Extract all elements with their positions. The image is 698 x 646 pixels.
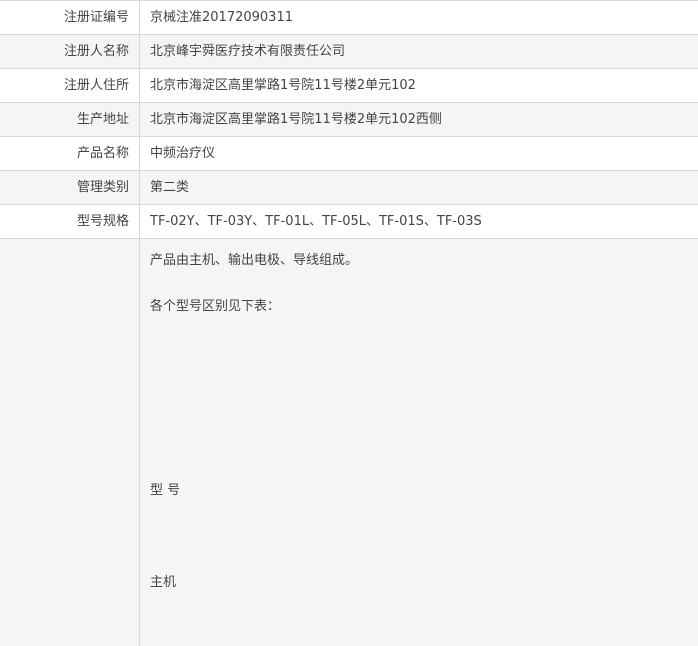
row-model-spec: 型号规格 TF-02Y、TF-03Y、TF-01L、TF-05L、TF-01S、… <box>0 205 698 239</box>
model-spec-label: 型号规格 <box>0 205 140 238</box>
registration-number-value: 京械注准20172090311 <box>150 10 293 25</box>
production-address-label: 生产地址 <box>0 103 140 136</box>
row-product-name: 产品名称 中频治疗仪 <box>0 137 698 171</box>
structure-composition-label <box>0 239 140 646</box>
registration-number-label: 注册证编号 <box>0 1 140 34</box>
production-address-value: 北京市海淀区高里掌路1号院11号楼2单元102西侧 <box>150 112 442 127</box>
registration-detail-table: 注册证编号 京械注准20172090311 注册人名称 北京峰宇舜医疗技术有限责… <box>0 0 698 646</box>
management-category-value: 第二类 <box>150 180 190 195</box>
registrant-name-label: 注册人名称 <box>0 35 140 68</box>
registrant-name-value: 北京峰宇舜医疗技术有限责任公司 <box>150 44 346 59</box>
row-production-address: 生产地址 北京市海淀区高里掌路1号院11号楼2单元102西侧 <box>0 103 698 137</box>
structure-composition-value: 产品由主机、输出电极、导线组成。 各个型号区别见下表： 型 号 主机 <box>140 239 698 646</box>
product-name-value: 中频治疗仪 <box>150 146 216 161</box>
row-management-category: 管理类别 第二类 <box>0 171 698 205</box>
model-spec-value: TF-02Y、TF-03Y、TF-01L、TF-05L、TF-01S、TF-03… <box>150 214 482 229</box>
row-structure-composition: 产品由主机、输出电极、导线组成。 各个型号区别见下表： 型 号 主机 <box>0 239 698 646</box>
structure-line-model-header: 型 号 <box>150 483 181 498</box>
structure-line-model-differences: 各个型号区别见下表： <box>150 299 281 314</box>
structure-line-composition: 产品由主机、输出电极、导线组成。 <box>150 253 359 268</box>
registrant-address-value: 北京市海淀区高里掌路1号院11号楼2单元102 <box>150 78 416 93</box>
registrant-address-label: 注册人住所 <box>0 69 140 102</box>
structure-line-main-unit: 主机 <box>150 575 177 590</box>
product-name-label: 产品名称 <box>0 137 140 170</box>
management-category-label: 管理类别 <box>0 171 140 204</box>
row-registrant-address: 注册人住所 北京市海淀区高里掌路1号院11号楼2单元102 <box>0 69 698 103</box>
row-registration-number: 注册证编号 京械注准20172090311 <box>0 1 698 35</box>
row-registrant-name: 注册人名称 北京峰宇舜医疗技术有限责任公司 <box>0 35 698 69</box>
